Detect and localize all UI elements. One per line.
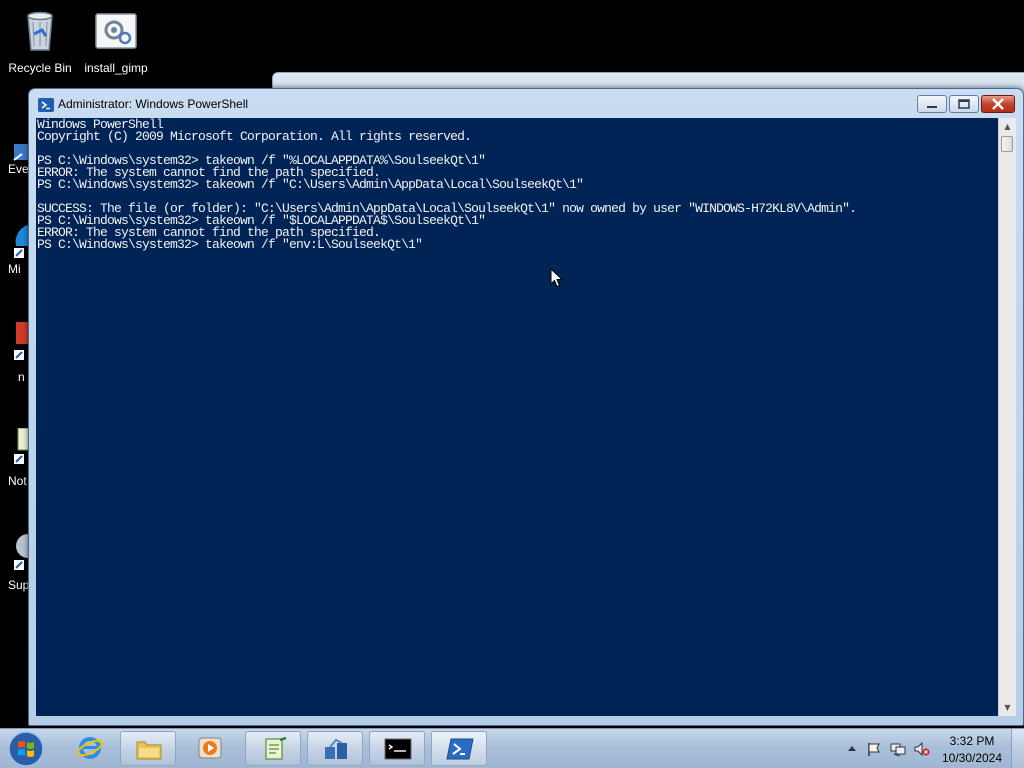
powershell-icon — [38, 98, 54, 112]
internet-explorer-icon — [77, 737, 103, 759]
system-tray: 3:32 PM 10/30/2024 — [842, 729, 1024, 768]
recycle-bin-icon — [27, 11, 53, 51]
start-button[interactable] — [6, 730, 46, 768]
cmd-icon — [384, 738, 412, 760]
taskbar-notepad-plus-plus[interactable] — [245, 731, 301, 766]
taskbar-internet-explorer[interactable] — [62, 731, 118, 766]
clock-date[interactable]: 10/30/2024 — [934, 751, 1010, 765]
show-desktop-button[interactable] — [1011, 729, 1024, 768]
powershell-window[interactable]: Administrator: Windows PowerShell Window… — [28, 88, 1024, 726]
desktop-icon-label: Mi — [8, 262, 21, 276]
taskbar: 3:32 PM 10/30/2024 — [0, 728, 1024, 768]
close-icon — [992, 98, 1004, 110]
console-line-current[interactable]: PS C:\Windows\system32> takeown /f "env:… — [37, 238, 997, 251]
desktop-icon-label: n — [18, 370, 25, 384]
console-output[interactable]: Windows PowerShell Copyright (C) 2009 Mic… — [36, 118, 998, 716]
notepad-plus-plus-icon — [265, 737, 287, 760]
console-text: Windows PowerShell Copyright (C) 2009 Mic… — [36, 118, 998, 252]
network-share-icon — [325, 738, 347, 759]
desktop-icon-label: Recycle Bin — [8, 61, 72, 75]
scroll-down-arrow-icon[interactable]: ▼ — [999, 699, 1016, 716]
window-title: Administrator: Windows PowerShell — [58, 97, 249, 111]
desktop-icon-recycle-bin[interactable]: Recycle Bin — [0, 6, 80, 75]
taskbar-powershell[interactable] — [431, 731, 487, 766]
console-line: Copyright (C) 2009 Microsoft Corporation… — [37, 129, 472, 144]
taskbar-media-player[interactable] — [182, 731, 238, 766]
mouse-cursor-icon — [550, 268, 564, 288]
taskbar-command-prompt[interactable] — [369, 731, 425, 766]
folder-icon — [136, 741, 162, 760]
desktop-icon-label: Eve — [8, 162, 29, 176]
close-button[interactable] — [981, 95, 1015, 113]
desktop-icon-label: install_gimp — [84, 61, 148, 75]
minimize-button[interactable] — [917, 95, 947, 113]
volume-muted-icon[interactable] — [914, 741, 930, 757]
installer-icon — [95, 13, 137, 49]
vertical-scrollbar[interactable]: ▲ ▼ — [998, 118, 1016, 716]
taskbar-file-explorer[interactable] — [120, 731, 176, 766]
desktop-icon-label: Sup — [8, 578, 30, 592]
console-line: PS C:\Windows\system32> takeown /f "C:\U… — [37, 177, 584, 192]
desktop-icon-install-gimp[interactable]: install_gimp — [76, 6, 156, 75]
powershell-icon — [446, 738, 474, 760]
title-bar[interactable]: Administrator: Windows PowerShell — [29, 89, 1023, 119]
action-center-flag-icon[interactable] — [866, 741, 882, 757]
maximize-button[interactable] — [949, 95, 979, 113]
windows-start-icon — [8, 731, 44, 767]
media-player-icon — [198, 737, 222, 759]
scroll-up-arrow-icon[interactable]: ▲ — [999, 118, 1016, 135]
scrollbar-thumb[interactable] — [1001, 136, 1013, 152]
desktop-icon-label: Not — [8, 474, 27, 488]
maximize-icon — [958, 99, 970, 109]
show-hidden-arrow-icon[interactable] — [844, 741, 860, 757]
desktop: Recycle Bin install_gimp Eve Mi n Not Su… — [0, 0, 1024, 768]
network-icon[interactable] — [890, 741, 906, 757]
taskbar-network-app[interactable] — [307, 731, 363, 766]
minimize-icon — [927, 106, 937, 108]
clock-time[interactable]: 3:32 PM — [934, 734, 1010, 748]
